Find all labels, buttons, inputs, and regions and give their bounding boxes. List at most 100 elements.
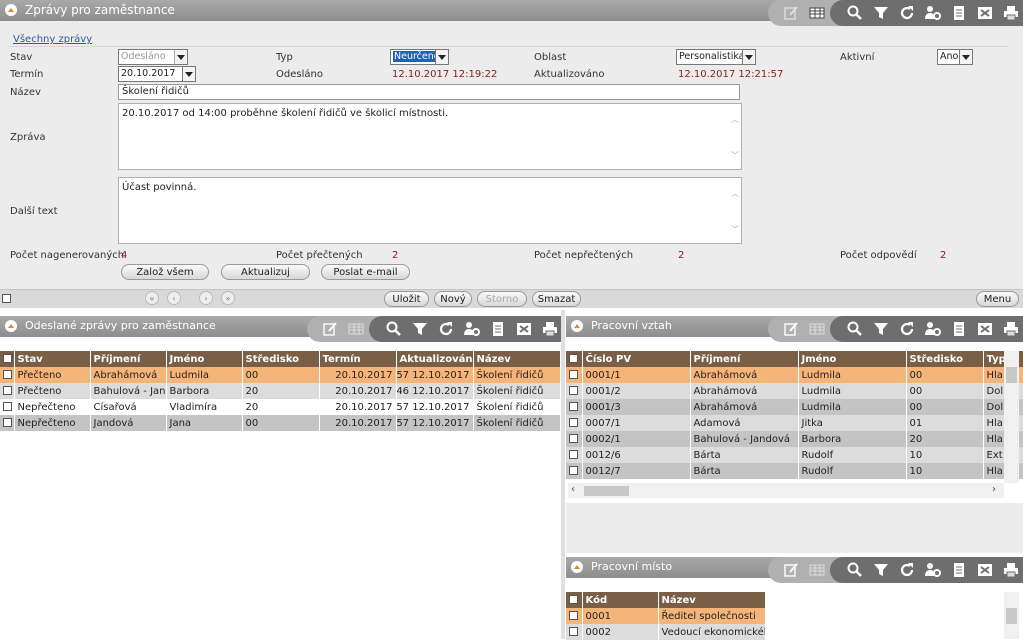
checkbox[interactable]: [569, 402, 578, 411]
pv-horizontal-scrollbar[interactable]: ‹ ›: [568, 483, 1004, 498]
dalsi-text-textarea[interactable]: Účast povinná.: [118, 177, 742, 244]
table-row[interactable]: 0012/6 Bárta Rudolf 10 Ext: [566, 447, 1023, 463]
next-record-icon[interactable]: ›: [199, 291, 213, 305]
print-icon[interactable]: [1002, 561, 1020, 579]
table-row[interactable]: 0001 Ředitel společnosti: [566, 608, 766, 624]
column-header[interactable]: Kód: [582, 592, 659, 608]
refresh-icon[interactable]: [437, 320, 455, 338]
table-row[interactable]: Přečteno Bahulová - Jandová Barbora 20 2…: [0, 383, 561, 399]
zaloz-vsem-button[interactable]: Založ všem: [121, 264, 209, 280]
table-icon[interactable]: [347, 320, 365, 338]
termin-input[interactable]: 20.10.2017: [118, 66, 196, 82]
last-record-icon[interactable]: »: [221, 291, 235, 305]
print-icon[interactable]: [1002, 4, 1020, 22]
settings-users-icon[interactable]: [924, 4, 942, 22]
table-row[interactable]: 0001/1 Abrahámová Ludmila 00 Hla: [566, 367, 1023, 383]
edit-icon[interactable]: [321, 320, 339, 338]
checkbox[interactable]: [569, 627, 578, 636]
header-checkbox-cell[interactable]: [566, 351, 583, 367]
scroll-right-icon[interactable]: ›: [992, 484, 996, 495]
first-record-icon[interactable]: «: [145, 291, 159, 305]
smazat-button[interactable]: Smazat: [532, 291, 581, 307]
scroll-down-icon[interactable]: ﹀: [731, 150, 739, 161]
row-checkbox-cell[interactable]: [566, 367, 583, 383]
ulozit-button[interactable]: Uložit: [384, 291, 429, 307]
document-icon[interactable]: [950, 4, 968, 22]
refresh-icon[interactable]: [898, 561, 916, 579]
checkbox[interactable]: [3, 370, 12, 379]
row-checkbox-cell[interactable]: [566, 624, 583, 640]
excel-icon[interactable]: [976, 561, 994, 579]
row-checkbox-cell[interactable]: [0, 383, 15, 399]
header-checkbox-cell[interactable]: [566, 592, 583, 608]
scroll-up-icon[interactable]: ︿: [731, 188, 739, 199]
document-icon[interactable]: [489, 320, 507, 338]
checkbox[interactable]: [569, 466, 578, 475]
checkbox[interactable]: [569, 354, 578, 363]
menu-button[interactable]: Menu: [976, 291, 1019, 307]
edit-icon[interactable]: [782, 4, 800, 22]
poslat-email-button[interactable]: Poslat e-mail: [321, 264, 410, 280]
checkbox[interactable]: [3, 402, 12, 411]
search-icon[interactable]: [846, 4, 864, 22]
column-header[interactable]: Název: [473, 351, 561, 367]
search-icon[interactable]: [846, 561, 864, 579]
table-icon[interactable]: [808, 561, 826, 579]
scroll-left-icon[interactable]: ‹: [571, 484, 575, 495]
row-checkbox-cell[interactable]: [0, 367, 15, 383]
search-icon[interactable]: [385, 320, 403, 338]
column-header[interactable]: Středisko: [242, 351, 320, 367]
aktivni-select[interactable]: Ano: [937, 49, 973, 65]
row-checkbox-cell[interactable]: [566, 431, 583, 447]
nazev-input[interactable]: Školení řidičů: [118, 84, 740, 100]
novy-button[interactable]: Nový: [434, 291, 472, 307]
refresh-icon[interactable]: [898, 4, 916, 22]
column-header[interactable]: Termín: [319, 351, 397, 367]
aktualizuj-button[interactable]: Aktualizuj: [221, 264, 310, 280]
column-header[interactable]: Příjmení: [690, 351, 799, 367]
pm-vertical-scrollbar[interactable]: [1004, 592, 1019, 639]
row-checkbox-cell[interactable]: [0, 415, 15, 431]
column-header[interactable]: Číslo PV: [582, 351, 691, 367]
settings-users-icon[interactable]: [924, 561, 942, 579]
table-icon[interactable]: [808, 320, 826, 338]
column-header[interactable]: Stav: [14, 351, 91, 367]
scrollbar-thumb[interactable]: [1006, 608, 1017, 624]
scrollbar-thumb[interactable]: [1006, 367, 1017, 383]
settings-users-icon[interactable]: [924, 320, 942, 338]
refresh-icon[interactable]: [898, 320, 916, 338]
collapse-icon[interactable]: [571, 561, 583, 573]
checkbox[interactable]: [569, 595, 578, 604]
column-header[interactable]: Jméno: [166, 351, 243, 367]
oblast-select[interactable]: Personalistika: [676, 49, 756, 65]
checkbox[interactable]: [569, 418, 578, 427]
checkbox[interactable]: [569, 611, 578, 620]
table-icon[interactable]: [808, 4, 826, 22]
table-row[interactable]: 0007/1 Adamová Jitka 01 Hla: [566, 415, 1023, 431]
select-all-checkbox[interactable]: [2, 294, 11, 303]
checkbox[interactable]: [569, 450, 578, 459]
filter-icon[interactable]: [872, 561, 890, 579]
checkbox[interactable]: [569, 370, 578, 379]
filter-icon[interactable]: [411, 320, 429, 338]
excel-icon[interactable]: [515, 320, 533, 338]
column-header[interactable]: Příjmení: [90, 351, 167, 367]
header-checkbox-cell[interactable]: [0, 351, 15, 367]
column-header[interactable]: Aktualizován: [396, 351, 474, 367]
zprava-textarea[interactable]: 20.10.2017 od 14:00 proběhne školení řid…: [118, 103, 742, 170]
checkbox[interactable]: [3, 354, 12, 363]
column-header[interactable]: Název: [658, 592, 766, 608]
table-row[interactable]: Přečteno Abrahámová Ludmila 00 20.10.201…: [0, 367, 561, 383]
typ-select[interactable]: Neurčeno: [390, 49, 449, 65]
scroll-up-icon[interactable]: ︿: [731, 114, 739, 125]
filter-icon[interactable]: [872, 320, 890, 338]
column-header[interactable]: Jméno: [798, 351, 907, 367]
table-row[interactable]: 0001/2 Abrahámová Ludmila 00 Dol: [566, 383, 1023, 399]
excel-icon[interactable]: [976, 4, 994, 22]
checkbox[interactable]: [3, 386, 12, 395]
table-row[interactable]: 0002/1 Bahulová - Jandová Barbora 20 Hla: [566, 431, 1023, 447]
table-row[interactable]: Nepřečteno Jandová Jana 00 20.10.2017 12…: [0, 415, 561, 431]
settings-users-icon[interactable]: [463, 320, 481, 338]
all-messages-link[interactable]: Všechny zprávy: [13, 34, 92, 45]
collapse-icon[interactable]: [5, 4, 17, 16]
